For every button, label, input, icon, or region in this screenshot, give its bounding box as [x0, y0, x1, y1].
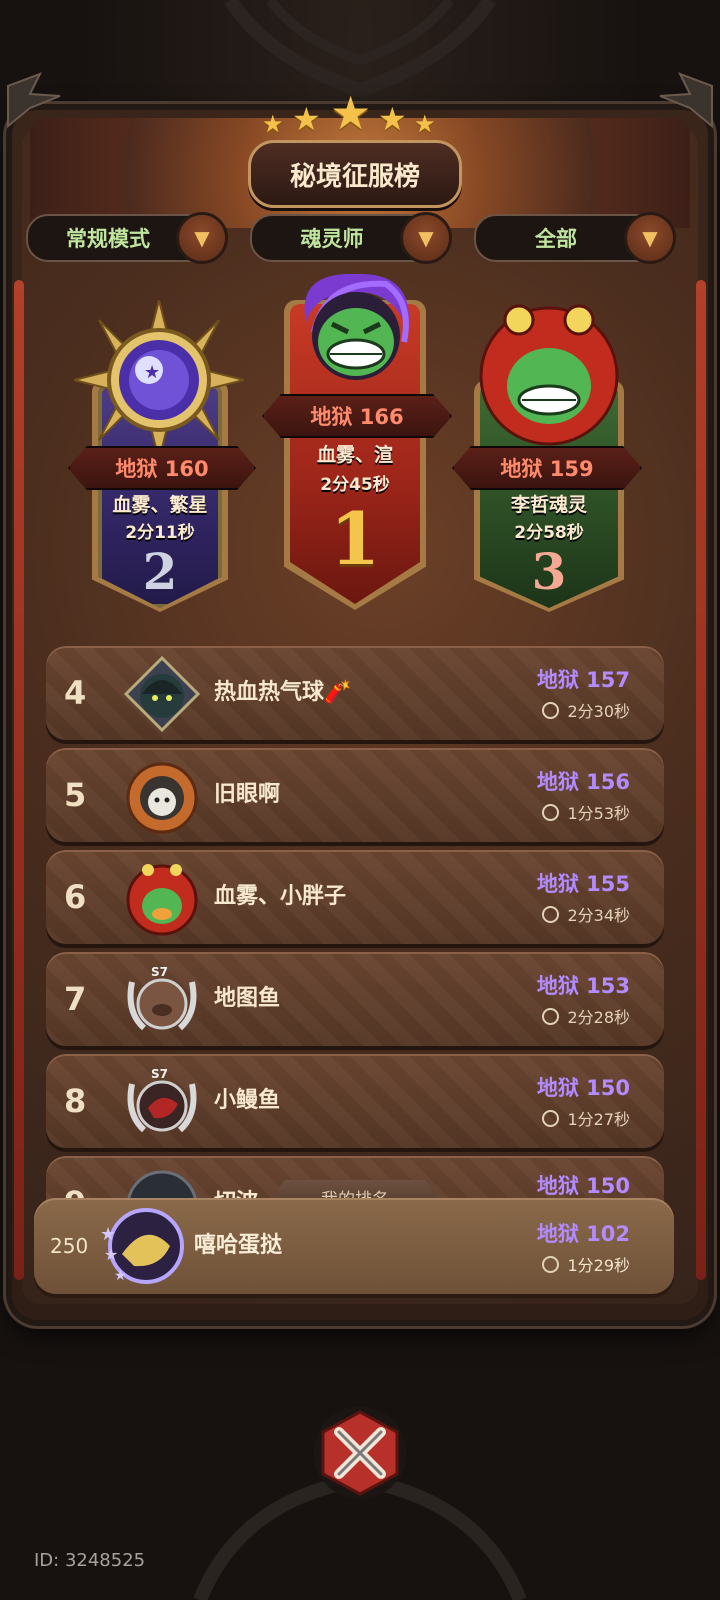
horned-beast-avatar: S7	[127, 965, 197, 1031]
sun-medal-avatar: ★	[74, 300, 244, 460]
right-rail	[696, 280, 706, 1280]
pumpkin-ghost-avatar	[126, 762, 198, 834]
podium-first-rank: 1	[329, 496, 381, 581]
clock-icon	[542, 702, 560, 719]
podium-third-time: 2分58秒	[514, 523, 584, 543]
hooded-avatar	[124, 656, 200, 732]
star-icon: ★	[330, 86, 372, 140]
row-name: 小鳗鱼	[214, 1088, 281, 1113]
my-rank-name: 嘻哈蛋挞	[194, 1233, 283, 1258]
svg-text:★: ★	[104, 1245, 118, 1264]
class-filter[interactable]: 魂灵师 ▼	[250, 212, 452, 264]
ranking-row-8[interactable]: 8 S7 小鳗鱼 地狱 150 1分27秒	[46, 1054, 664, 1148]
my-rank-time-value: 1分29秒	[567, 1256, 630, 1275]
clock-icon	[542, 804, 560, 821]
left-rail	[14, 280, 24, 1280]
clock-icon	[542, 1110, 560, 1127]
podium-third-score: 地狱 159	[452, 446, 642, 490]
row-rank: 7	[64, 980, 87, 1018]
clock-icon	[542, 906, 560, 923]
row-score: 地狱 153	[536, 974, 630, 998]
chevron-down-icon[interactable]: ▼	[400, 212, 452, 264]
close-x-icon[interactable]	[315, 1408, 405, 1498]
row-time-value: 2分28秒	[567, 1008, 630, 1027]
podium-first-time: 2分45秒	[320, 475, 390, 495]
mode-filter[interactable]: 常规模式 ▼	[26, 212, 228, 264]
ranking-row-4[interactable]: 4 热血热气球🧨 地狱 157 2分30秒	[46, 646, 664, 740]
chevron-down-icon[interactable]: ▼	[176, 212, 228, 264]
row-time: 2分30秒	[542, 698, 630, 722]
red-dragon-avatar: S7	[127, 1067, 197, 1133]
podium-second-time: 2分11秒	[125, 523, 195, 543]
my-rank-score: 地狱 102	[536, 1222, 630, 1246]
ranking-row-6[interactable]: 6 血雾、小胖子 地狱 155 2分34秒	[46, 850, 664, 944]
row-time-value: 2分34秒	[567, 906, 630, 925]
row-time: 1分53秒	[542, 800, 630, 824]
row-score: 地狱 150	[536, 1076, 630, 1100]
scope-filter[interactable]: 全部 ▼	[474, 212, 676, 264]
row-score: 地狱 155	[536, 872, 630, 896]
ranking-row-7[interactable]: 7 S7 地图鱼 地狱 153 2分28秒	[46, 952, 664, 1046]
my-rank-time: 1分29秒	[542, 1252, 630, 1276]
tomato-frog-avatar	[126, 864, 198, 936]
clock-icon	[542, 1008, 560, 1025]
row-time: 1分27秒	[542, 1106, 630, 1130]
podium-first-name: 血雾、渲	[316, 444, 393, 466]
row-time-value: 2分30秒	[567, 702, 630, 721]
player-id: ID: 3248525	[34, 1550, 146, 1571]
season-badge: S7	[151, 1067, 168, 1081]
close-button[interactable]	[300, 1398, 420, 1508]
star-icon: ★	[378, 100, 407, 138]
row-time: 2分28秒	[542, 1004, 630, 1028]
row-time-value: 1分53秒	[567, 804, 630, 823]
row-time-value: 1分27秒	[567, 1110, 630, 1129]
row-name: 热血热气球🧨	[214, 680, 352, 705]
page-title: 秘境征服榜	[248, 140, 462, 208]
my-rank-card[interactable]: 250 ★ ★ ★ 嘻哈蛋挞 地狱 102 1分29秒	[34, 1198, 674, 1294]
row-score: 地狱 156	[536, 770, 630, 794]
row-name: 地图鱼	[214, 986, 281, 1011]
tomato-frog-avatar	[479, 304, 619, 446]
season-badge: S7	[151, 965, 168, 979]
my-rank-number: 250	[50, 1234, 89, 1258]
row-score: 地狱 150	[536, 1174, 630, 1198]
row-name: 血雾、小胖子	[214, 884, 347, 909]
chevron-down-icon[interactable]: ▼	[624, 212, 676, 264]
star-icon: ★	[414, 110, 436, 138]
podium-second-rank: 2	[142, 542, 178, 601]
star-rating: ★ ★ ★ ★ ★	[262, 86, 442, 142]
podium-third-name: 李哲魂灵	[510, 494, 587, 516]
clock-icon	[542, 1256, 560, 1273]
player-avatar: ★ ★ ★	[100, 1208, 184, 1284]
svg-text:★: ★	[144, 362, 160, 383]
star-icon: ★	[262, 110, 284, 138]
row-score: 地狱 157	[536, 668, 630, 692]
podium-second-score: 地狱 160	[68, 446, 256, 490]
podium-first-score: 地狱 166	[262, 394, 452, 438]
podium-second-name: 血雾、繁星	[112, 494, 208, 516]
row-time: 2分34秒	[542, 902, 630, 926]
ranking-row-5[interactable]: 5 旧眼啊 地狱 156 1分53秒	[46, 748, 664, 842]
row-rank: 6	[64, 878, 87, 916]
podium-third-rank: 3	[531, 542, 567, 601]
row-name: 旧眼啊	[214, 782, 281, 807]
row-rank: 5	[64, 776, 87, 814]
frog-avatar	[304, 273, 409, 380]
star-icon: ★	[292, 100, 321, 138]
row-rank: 4	[64, 674, 87, 712]
row-rank: 8	[64, 1082, 87, 1120]
svg-text:★: ★	[100, 1224, 116, 1245]
svg-text:★: ★	[114, 1268, 127, 1284]
